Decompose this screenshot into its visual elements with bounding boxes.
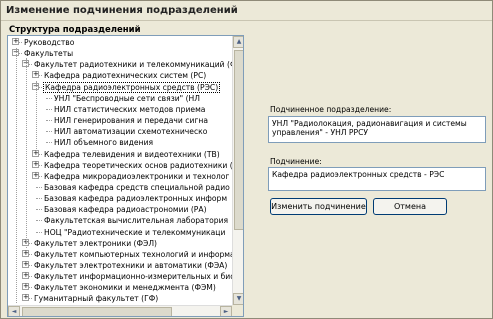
scrollbar-corner (232, 305, 243, 316)
tree-node-label: Базовая кафедра радиоэлектронных информ (44, 194, 228, 204)
cancel-button[interactable]: Отмена (373, 198, 447, 215)
tree-connector (46, 142, 52, 144)
tree-node-label: Факультеты (24, 49, 74, 59)
tree-connector (36, 209, 42, 211)
tree-node[interactable]: Факультет экономики и менеджмента (ФЭМ) (33, 282, 217, 293)
tree-connector (46, 108, 52, 110)
tree-node-label: НИЛ статистических методов приема (54, 104, 206, 114)
scroll-right-button[interactable]: ► (220, 306, 232, 316)
vertical-scroll-thumb[interactable] (234, 50, 243, 230)
tree-node-label: Кафедра теоретических основ радиотехники… (44, 160, 232, 170)
tree-node-label: УНЛ "Беспроводные сети связи" (НЛ (54, 93, 200, 103)
tree-node-label: Кафедра радиотехнических систем (РС) (44, 71, 207, 81)
tree-node[interactable]: Кафедра микрорадиоэлектроники и технолог (43, 171, 230, 182)
expand-icon[interactable]: + (12, 38, 19, 45)
expand-icon[interactable]: + (22, 283, 29, 291)
tree-node-label: Факультет электроники (ФЭЛ) (34, 238, 158, 248)
tree-connector (46, 97, 52, 99)
tree-node[interactable]: Базовая кафедра средств специальной ради… (43, 182, 231, 193)
tree-caption: Структура подразделений (9, 25, 141, 35)
horizontal-scrollbar[interactable]: ◄ ► (8, 305, 232, 316)
tree-node-label: Кафедра радиоэлектронных средств (РЭС) (43, 81, 221, 93)
tree-connector (36, 220, 42, 222)
tree-viewport: + Руководство − Факультеты − Факультет радиот… (8, 36, 232, 305)
parent-label: Подчинение: (270, 157, 322, 166)
tree-node-label: Кафедра телевидения и видеотехники (ТВ) (44, 149, 220, 159)
department-tree[interactable]: + Руководство − Факультеты − Факультет радиот… (7, 35, 244, 317)
expand-icon[interactable]: + (22, 272, 29, 280)
vertical-scrollbar[interactable]: ▲ ▼ (232, 36, 243, 305)
expand-icon[interactable]: + (32, 71, 39, 79)
tree-node-label: Кафедра микрорадиоэлектроники и технолог (44, 171, 230, 181)
tree-node-label: НОЦ "Радиотехнические и телекоммуникаци (44, 227, 226, 237)
tree-node[interactable]: Факультет электротехники и автоматики (Ф… (33, 260, 228, 271)
window-title: Изменение подчинения подразделений (6, 5, 238, 16)
dialog-window: Изменение подчинения подразделений Струк… (0, 0, 493, 319)
tree-node[interactable]: Факультеты (23, 48, 74, 59)
tree-node-label: Факультет экономики и менеджмента (ФЭМ) (34, 283, 216, 293)
tree-node[interactable]: Базовая кафедра радиоэлектронных информ (43, 193, 228, 204)
subordinate-field[interactable]: УНЛ "Радиолокация, радионавигация и сист… (268, 116, 486, 143)
parent-field[interactable]: Кафедра радиоэлектронных средств - РЭС (268, 167, 486, 191)
subordinate-label: Подчиненное подразделение: (270, 105, 392, 114)
tree-node-label: НИЛ автоматизации схемотехническо (54, 127, 208, 137)
expand-icon[interactable]: + (22, 249, 29, 257)
tree-node[interactable]: НИЛ автоматизации схемотехническо (53, 126, 208, 137)
tree-node[interactable]: Факультет радиотехники и телекоммуникаци… (33, 59, 232, 70)
tree-node[interactable]: Кафедра теоретических основ радиотехники… (43, 160, 232, 171)
tree-node[interactable]: НИЛ статистических методов приема (53, 104, 206, 115)
tree-node[interactable]: Базовая кафедра радиоастрономии (РА) (43, 204, 208, 215)
scroll-left-button[interactable]: ◄ (8, 306, 20, 316)
tree-node[interactable]: Факультет электроники (ФЭЛ) (33, 238, 158, 249)
tree-guide-line (36, 81, 37, 151)
tree-node[interactable]: Кафедра радиоэлектронных средств (РЭС) (43, 81, 221, 93)
tree-connector (36, 231, 42, 233)
tree-node[interactable]: НИЛ генерирования и передачи сигна (53, 115, 209, 126)
expand-icon[interactable]: + (22, 261, 29, 268)
tree-node-label: Факультет радиотехники и телекоммуникаци… (34, 60, 232, 70)
tree-node[interactable]: Гуманитарный факультет (ГФ) (33, 293, 159, 304)
expand-icon[interactable]: + (32, 171, 39, 179)
tree-node-label: Руководство (24, 38, 75, 47)
tree-node-label: НИЛ объемного видения (54, 138, 154, 148)
tree-node[interactable]: Кафедра радиотехнических систем (РС) (43, 70, 207, 81)
tree-node-label: Базовая кафедра средств специальной ради… (44, 182, 230, 192)
title-bar: Изменение подчинения подразделений (1, 1, 492, 21)
tree-guide-line (26, 58, 27, 248)
tree-connector (36, 186, 42, 188)
tree-node[interactable]: Факультет информационно-измерительных и … (33, 271, 232, 282)
tree-guide-line (16, 48, 17, 303)
tree-node[interactable]: Кафедра телевидения и видеотехники (ТВ) (43, 149, 221, 160)
tree-node[interactable]: НИЛ объемного видения (53, 137, 154, 148)
tree-node-label: Факультет информационно-измерительных и … (34, 272, 232, 282)
tree-node[interactable]: Руководство (23, 37, 75, 48)
tree-node-label: НИЛ генерирования и передачи сигна (54, 116, 208, 126)
tree-connector (46, 120, 52, 122)
tree-node[interactable]: Факультет компьютерных технологий и инфо… (33, 249, 232, 260)
expand-icon[interactable]: + (22, 294, 29, 302)
scroll-up-button[interactable]: ▲ (233, 36, 243, 48)
scroll-down-button[interactable]: ▼ (233, 293, 243, 305)
tree-connector (46, 131, 52, 133)
tree-node[interactable]: НОЦ "Радиотехнические и телекоммуникаци (43, 227, 226, 238)
tree-node[interactable]: Факультетская вычислительная лаборатория (43, 215, 229, 226)
change-subordination-button[interactable]: Изменить подчинение (270, 198, 367, 215)
tree-node-label: Факультетская вычислительная лаборатория (44, 216, 229, 226)
tree-node-label: Базовая кафедра радиоастрономии (РА) (44, 205, 207, 215)
tree-node[interactable]: УНЛ "Беспроводные сети связи" (НЛ (53, 93, 201, 104)
tree-node-label: Факультет компьютерных технологий и инфо… (34, 249, 232, 259)
tree-node-label: Факультет электротехники и автоматики (Ф… (34, 261, 228, 270)
expand-icon[interactable]: + (32, 160, 39, 168)
tree-node-label: Гуманитарный факультет (ГФ) (34, 294, 159, 304)
horizontal-scroll-thumb[interactable] (22, 307, 172, 316)
tree-connector (36, 198, 42, 200)
